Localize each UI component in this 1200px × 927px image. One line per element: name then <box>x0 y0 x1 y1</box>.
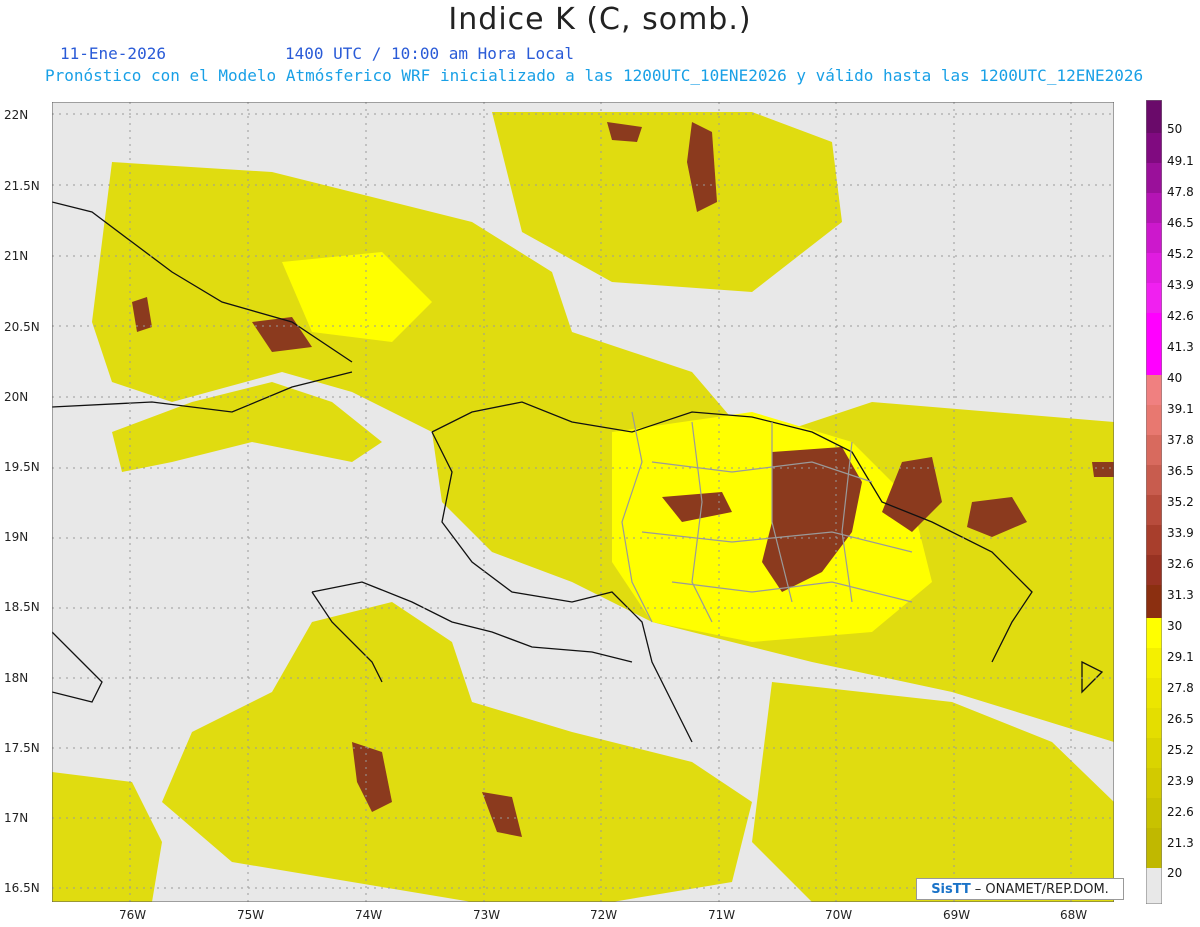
lat-label: 18N <box>4 671 29 685</box>
colorbar-label: 20 <box>1167 866 1183 880</box>
colorbar-label: 33.9 <box>1167 526 1194 540</box>
k-index-map <box>51 101 1115 903</box>
lat-label: 20.5N <box>4 320 40 334</box>
colorbar-label: 41.3 <box>1167 340 1194 354</box>
colorbar-label: 49.1 <box>1167 154 1194 168</box>
credit-box: SisTT – ONAMET/REP.DOM. <box>916 878 1124 900</box>
sistt-logo: SisTT <box>931 881 971 897</box>
lat-label: 18.5N <box>4 600 40 614</box>
lat-label: 21N <box>4 249 29 263</box>
map-title: Indice K (C, somb.) <box>448 2 752 37</box>
colorbar-label: 29.1 <box>1167 650 1194 664</box>
map-panel <box>51 101 1115 903</box>
colorbar-label: 47.8 <box>1167 185 1194 199</box>
colorbar-label: 23.9 <box>1167 774 1194 788</box>
lon-label: 70W <box>825 908 853 922</box>
colorbar-label: 37.8 <box>1167 433 1194 447</box>
lat-label: 17N <box>4 811 29 825</box>
lon-label: 72W <box>590 908 618 922</box>
colorbar-label: 40 <box>1167 371 1183 385</box>
colorbar-label: 50 <box>1167 122 1183 136</box>
colorbar-label: 26.5 <box>1167 712 1194 726</box>
colorbar-label: 36.5 <box>1167 464 1194 478</box>
lon-label: 75W <box>237 908 265 922</box>
colorbar-label: 42.6 <box>1167 309 1194 323</box>
colorbar-label: 27.8 <box>1167 681 1194 695</box>
colorbar-label: 25.2 <box>1167 743 1194 757</box>
forecast-time: 1400 UTC / 10:00 am Hora Local <box>285 44 574 63</box>
lon-label: 71W <box>708 908 736 922</box>
k-index-yellow-areas <box>52 112 1114 902</box>
colorbar-label: 32.6 <box>1167 557 1194 571</box>
credit-text: – ONAMET/REP.DOM. <box>974 881 1109 897</box>
colorbar-label: 45.2 <box>1167 247 1194 261</box>
colorbar-label: 39.1 <box>1167 402 1194 416</box>
colorbar-label: 35.2 <box>1167 495 1194 509</box>
lat-label: 21.5N <box>4 179 40 193</box>
lon-label: 68W <box>1060 908 1088 922</box>
colorbar-label: 22.6 <box>1167 805 1194 819</box>
colorbar <box>1146 100 1162 904</box>
colorbar-label: 31.3 <box>1167 588 1194 602</box>
lat-label: 16.5N <box>4 881 40 895</box>
colorbar-label: 43.9 <box>1167 278 1194 292</box>
forecast-description: Pronóstico con el Modelo Atmósferico WRF… <box>45 66 1144 85</box>
forecast-date: 11-Ene-2026 <box>60 44 166 63</box>
lat-label: 17.5N <box>4 741 40 755</box>
lon-label: 69W <box>943 908 971 922</box>
lat-label: 19.5N <box>4 460 40 474</box>
lon-label: 73W <box>473 908 501 922</box>
lat-label: 22N <box>4 108 29 122</box>
lon-label: 74W <box>355 908 383 922</box>
colorbar-label: 30 <box>1167 619 1183 633</box>
lon-label: 76W <box>119 908 147 922</box>
lat-label: 20N <box>4 390 29 404</box>
colorbar-label: 21.3 <box>1167 836 1194 850</box>
lat-label: 19N <box>4 530 29 544</box>
colorbar-label: 46.5 <box>1167 216 1194 230</box>
